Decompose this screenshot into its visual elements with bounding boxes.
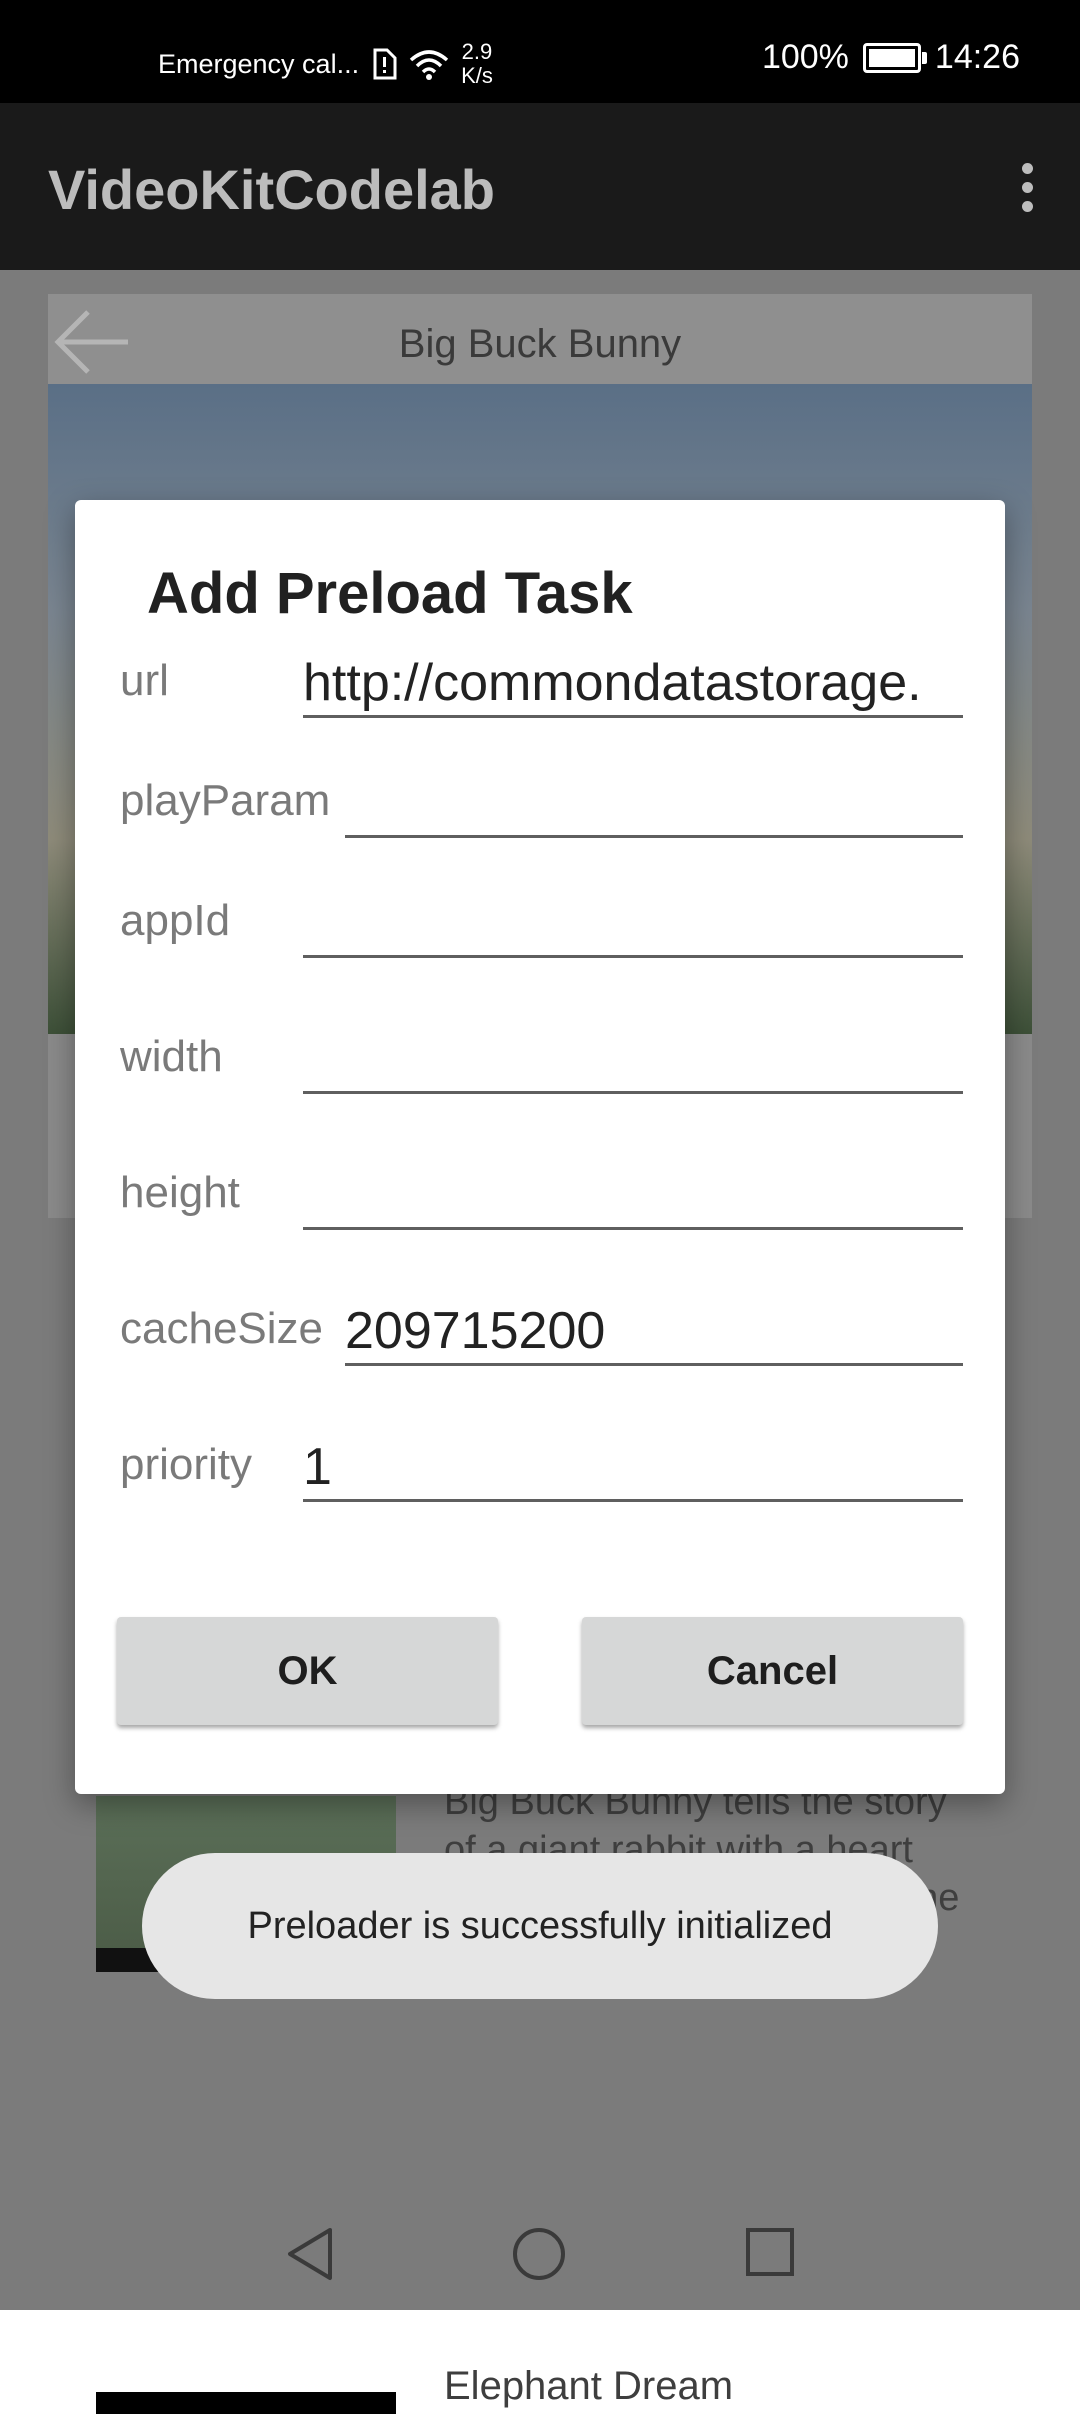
cancel-button[interactable]: Cancel	[582, 1617, 963, 1725]
priority-row: priority 1	[120, 1432, 963, 1502]
nav-recents-icon[interactable]	[745, 2226, 795, 2278]
more-vert-icon[interactable]	[1012, 161, 1042, 215]
height-label: height	[120, 1168, 240, 1217]
add-preload-dialog: Add Preload Task url http://commondatast…	[75, 500, 1005, 1794]
list-item-thumbnail-2[interactable]	[96, 2392, 396, 2414]
appid-field[interactable]	[303, 891, 963, 958]
wifi-icon	[409, 50, 449, 80]
cachesize-row: cacheSize 209715200	[120, 1296, 963, 1366]
ok-button[interactable]: OK	[117, 1617, 498, 1725]
url-label: url	[120, 656, 169, 705]
battery-percent: 100%	[761, 38, 849, 76]
status-left: Emergency cal... 2.9 K/s	[158, 40, 493, 88]
player-header: Big Buck Bunny	[48, 294, 1032, 384]
url-field[interactable]: http://commondatastorage.	[303, 651, 963, 718]
status-right: 100% 14:26	[762, 38, 1020, 77]
cachesize-field[interactable]: 209715200	[345, 1299, 963, 1366]
dialog-title: Add Preload Task	[147, 561, 633, 626]
url-row: url http://commondatastorage.	[120, 648, 963, 718]
playparam-label: playParam	[120, 776, 331, 825]
appid-row: appId	[120, 888, 963, 958]
video-title: Big Buck Bunny	[398, 322, 682, 366]
sim-alert-icon	[373, 48, 397, 80]
width-field[interactable]	[303, 1027, 963, 1094]
nav-home-icon[interactable]	[511, 2226, 567, 2282]
list-item-title[interactable]: Elephant Dream	[444, 2364, 733, 2409]
cachesize-label: cacheSize	[120, 1304, 324, 1353]
width-row: width	[120, 1024, 963, 1094]
clock: 14:26	[934, 38, 1020, 76]
nav-back-icon[interactable]	[284, 2226, 336, 2282]
toast-message: Preloader is successfully initialized	[142, 1853, 938, 1999]
height-field[interactable]	[303, 1163, 963, 1230]
carrier-text: Emergency cal...	[158, 48, 360, 79]
width-label: width	[120, 1032, 223, 1081]
network-speed: 2.9 K/s	[461, 39, 493, 88]
height-row: height	[120, 1160, 963, 1230]
appid-label: appId	[120, 896, 231, 945]
playparam-row: playParam	[120, 768, 963, 838]
priority-label: priority	[120, 1440, 253, 1489]
app-bar: VideoKitCodelab	[0, 103, 1080, 270]
battery-icon	[862, 42, 927, 73]
navigation-bar	[0, 2200, 1080, 2310]
status-bar: Emergency cal... 2.9 K/s 100% 14:26	[0, 0, 1080, 103]
playparam-field[interactable]	[345, 771, 963, 838]
app-title: VideoKitCodelab	[48, 158, 496, 221]
priority-field[interactable]: 1	[303, 1435, 963, 1502]
